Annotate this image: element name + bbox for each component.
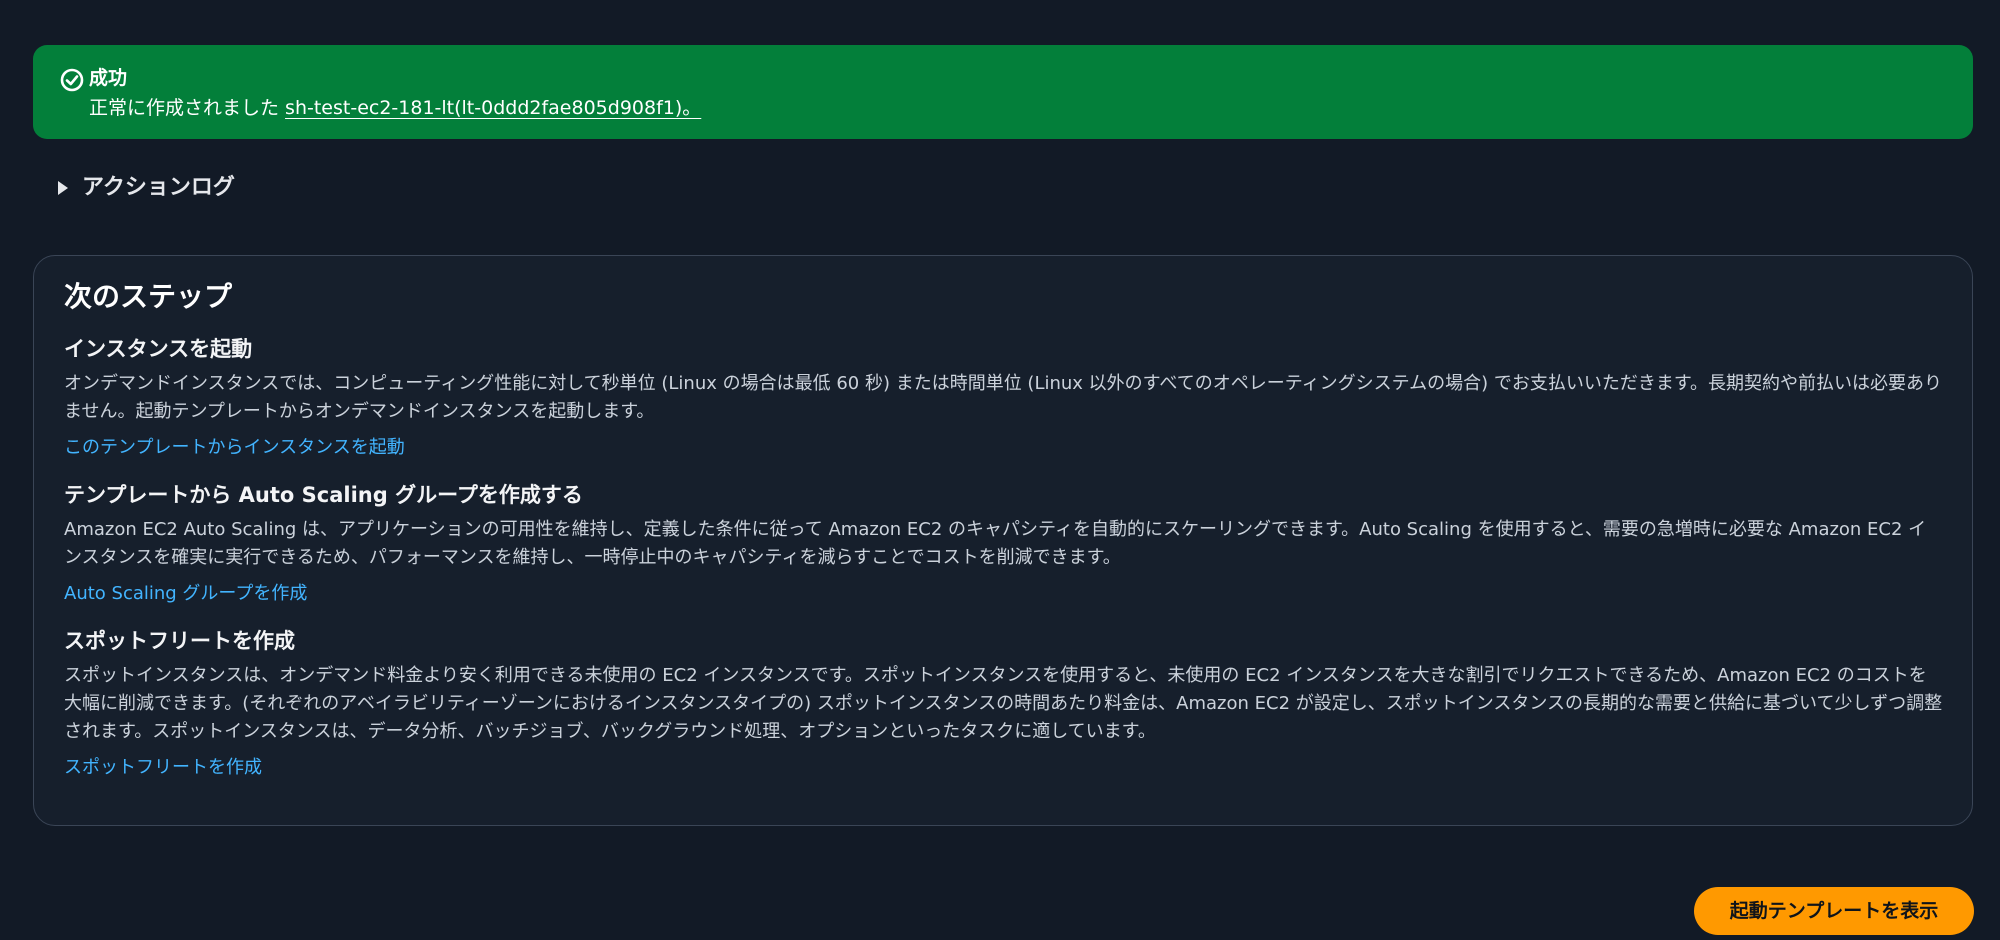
- auto-scaling-section: テンプレートから Auto Scaling グループを作成する Amazon E…: [64, 480, 1944, 608]
- launch-instance-link[interactable]: このテンプレートからインスタンスを起動: [64, 434, 405, 462]
- next-steps-card: 次のステップ インスタンスを起動 オンデマンドインスタンスでは、コンピューティン…: [33, 255, 1973, 826]
- auto-scaling-description: Amazon EC2 Auto Scaling は、アプリケーションの可用性を維…: [64, 519, 1927, 568]
- action-log-label: アクションログ: [82, 175, 235, 200]
- check-circle-icon: [57, 65, 87, 95]
- flash-message: 正常に作成されました sh-test-ec2-181-lt(lt-0ddd2fa…: [89, 95, 701, 121]
- create-auto-scaling-group-link[interactable]: Auto Scaling グループを作成: [64, 580, 307, 608]
- launch-instance-section: インスタンスを起動 オンデマンドインスタンスでは、コンピューティング性能に対して…: [64, 334, 1944, 462]
- launch-template-link[interactable]: sh-test-ec2-181-lt(lt-0ddd2fae805d908f1)…: [285, 97, 701, 119]
- launch-instance-heading: インスタンスを起動: [64, 337, 253, 361]
- create-spot-fleet-link[interactable]: スポットフリートを作成: [64, 754, 262, 782]
- flash-title: 成功: [89, 67, 128, 89]
- page: 成功 正常に作成されました sh-test-ec2-181-lt(lt-0ddd…: [0, 0, 2000, 940]
- success-flash-banner: 成功 正常に作成されました sh-test-ec2-181-lt(lt-0ddd…: [33, 45, 1973, 139]
- spot-fleet-heading: スポットフリートを作成: [64, 629, 295, 653]
- launch-instance-description: オンデマンドインスタンスでは、コンピューティング性能に対して秒単位 (Linux…: [64, 373, 1943, 422]
- view-launch-templates-button[interactable]: 起動テンプレートを表示: [1694, 887, 1974, 935]
- spot-fleet-description: スポットインスタンスは、オンデマンド料金より安く利用できる未使用の EC2 イン…: [64, 665, 1943, 742]
- spot-fleet-section: スポットフリートを作成 スポットインスタンスは、オンデマンド料金より安く利用でき…: [64, 626, 1944, 782]
- flash-message-text: 正常に作成されました: [89, 97, 286, 119]
- action-log-toggle[interactable]: アクションログ: [58, 173, 235, 203]
- auto-scaling-heading: テンプレートから Auto Scaling グループを作成する: [64, 483, 583, 507]
- next-steps-title: 次のステップ: [64, 280, 233, 313]
- caret-right-icon: [58, 181, 68, 195]
